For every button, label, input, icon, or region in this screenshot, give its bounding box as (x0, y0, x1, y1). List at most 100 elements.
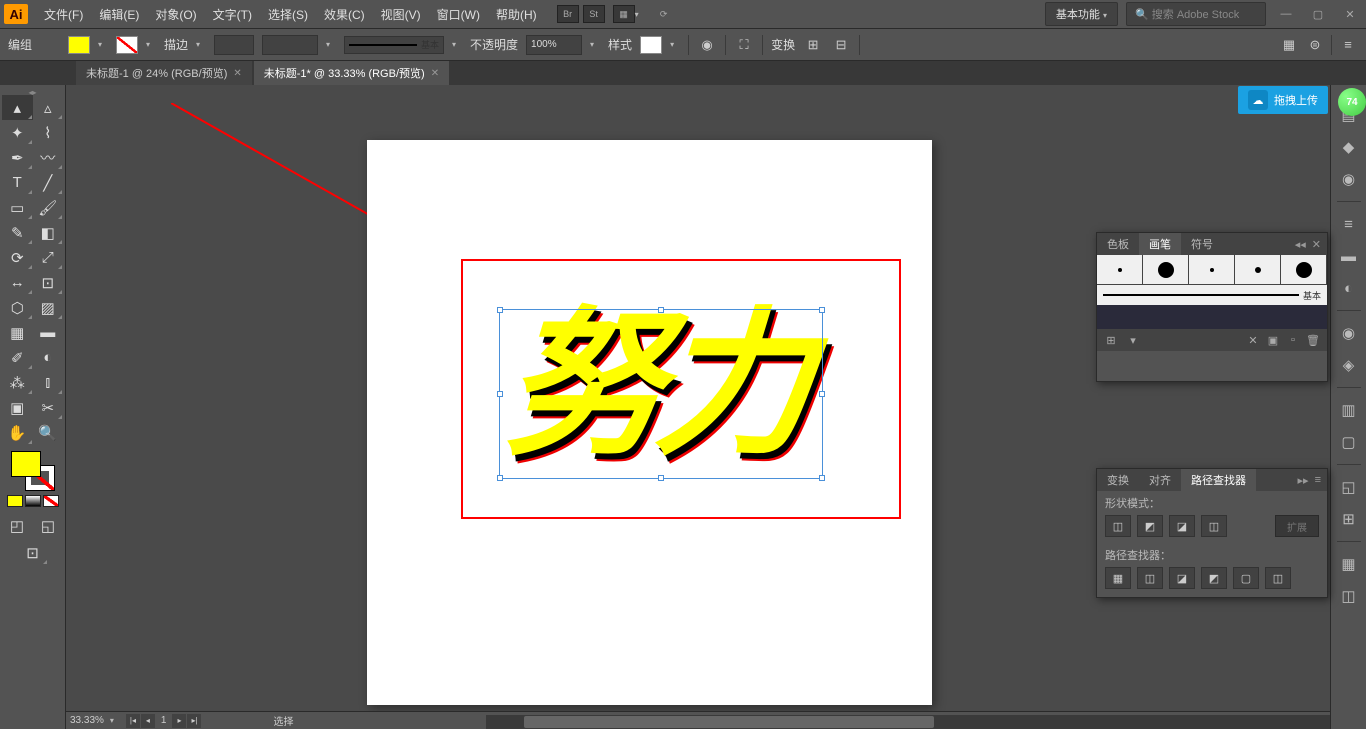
isolate-icon[interactable]: ⛶ (734, 35, 754, 55)
brush-preset[interactable] (1235, 255, 1281, 284)
exclude-button[interactable]: ◫ (1201, 515, 1227, 537)
stroke-swatch[interactable] (116, 36, 138, 54)
perspective-grid-tool[interactable]: ▨ (33, 295, 64, 320)
mini-color-swatch[interactable] (7, 495, 23, 507)
width-tool[interactable]: ↔ (2, 270, 33, 295)
graphic-styles-icon[interactable]: ◈ (1337, 353, 1361, 377)
brush-library-icon[interactable]: ⊞ (1103, 332, 1119, 348)
mini-gradient-swatch[interactable] (25, 495, 41, 507)
brush-preset[interactable] (1097, 255, 1143, 284)
minus-front-button[interactable]: ◩ (1137, 515, 1163, 537)
layers-icon[interactable]: ◆ (1337, 135, 1361, 159)
maximize-button[interactable]: ▢ (1306, 4, 1330, 24)
close-icon[interactable]: ✕ (1312, 238, 1321, 251)
selection-handle[interactable] (497, 391, 503, 397)
panel-menu-icon[interactable]: ≡ (1315, 474, 1321, 487)
transform-label[interactable]: 变换 (771, 36, 795, 53)
gradient-tool[interactable]: ▬ (33, 320, 64, 345)
swatches-icon[interactable]: ◉ (1337, 167, 1361, 191)
minimize-button[interactable]: — (1274, 4, 1298, 24)
draw-mode-normal[interactable]: ◰ (2, 513, 33, 538)
eraser-tool[interactable]: ◧ (33, 220, 64, 245)
brush-calligraphic-row[interactable] (1097, 305, 1327, 329)
graph-tool[interactable]: ⫾ (33, 370, 64, 395)
magic-wand-tool[interactable]: ✦ (2, 120, 33, 145)
hand-tool[interactable]: ✋ (2, 420, 33, 445)
outline-button[interactable]: ▢ (1233, 567, 1259, 589)
last-artboard-button[interactable]: ▸| (187, 714, 201, 728)
eyedropper-tool[interactable]: ✐ (2, 345, 33, 370)
expand-button[interactable]: 扩展 (1275, 515, 1319, 537)
brush-preset[interactable] (1189, 255, 1235, 284)
workspace-switcher[interactable]: 基本功能 ▾ (1045, 2, 1118, 26)
menu-effect[interactable]: 效果(C) (316, 2, 373, 27)
lasso-tool[interactable]: ⌇ (33, 120, 64, 145)
pathfinder-panel-icon[interactable]: ◫ (1337, 584, 1361, 608)
menu-window[interactable]: 窗口(W) (429, 2, 488, 27)
close-icon[interactable]: ✕ (431, 68, 439, 79)
align-panel-icon[interactable]: ▦ (1337, 552, 1361, 576)
opacity-label[interactable]: 不透明度 (470, 36, 518, 53)
minus-back-button[interactable]: ◫ (1265, 567, 1291, 589)
fill-swatch[interactable] (68, 36, 90, 54)
type-tool[interactable]: T (2, 170, 33, 195)
stock-search[interactable]: 🔍 搜索 Adobe Stock (1126, 2, 1266, 26)
menu-view[interactable]: 视图(V) (373, 2, 429, 27)
artboard[interactable]: 努力 (367, 140, 932, 705)
selection-tool[interactable]: ▴ (2, 95, 33, 120)
symbol-sprayer-tool[interactable]: ⁂ (2, 370, 33, 395)
menu-file[interactable]: 文件(F) (36, 2, 91, 27)
brush-basic[interactable]: 基本 (1097, 285, 1327, 305)
draw-mode-behind[interactable]: ◱ (33, 513, 64, 538)
recolor-icon[interactable]: ◉ (697, 35, 717, 55)
bridge-icon[interactable]: Br (557, 5, 579, 23)
appearance-icon[interactable]: ◉ (1337, 321, 1361, 345)
ctrl-right1-icon[interactable]: ▦ (1279, 35, 1299, 55)
doc-tab-2[interactable]: 未标题-1* @ 33.33% (RGB/预览)✕ (254, 61, 449, 85)
pencil-tool[interactable]: ✎ (2, 220, 33, 245)
direct-selection-tool[interactable]: ▵ (33, 95, 64, 120)
rectangle-tool[interactable]: ▭ (2, 195, 33, 220)
selection-handle[interactable] (658, 475, 664, 481)
artboard-number[interactable]: 1 (161, 715, 167, 726)
gradient-panel-icon[interactable]: ▬ (1337, 244, 1361, 268)
selection-handle[interactable] (658, 307, 664, 313)
mini-none-swatch[interactable] (43, 495, 59, 507)
first-artboard-button[interactable]: |◂ (126, 714, 140, 728)
libraries-icon[interactable]: ⊞ (1337, 507, 1361, 531)
tab-align[interactable]: 对齐 (1139, 469, 1181, 491)
collapse-icon[interactable]: ◂◂ (1295, 238, 1306, 251)
next-artboard-button[interactable]: ▸ (172, 714, 186, 728)
selection-handle[interactable] (819, 475, 825, 481)
opacity-input[interactable] (526, 35, 582, 55)
tab-swatches[interactable]: 色板 (1097, 233, 1139, 255)
artboard-tool[interactable]: ▣ (2, 395, 33, 420)
stroke-panel-icon[interactable]: ≡ (1337, 212, 1361, 236)
close-button[interactable]: ✕ (1338, 4, 1362, 24)
divide-button[interactable]: ▦ (1105, 567, 1131, 589)
unite-button[interactable]: ◫ (1105, 515, 1131, 537)
mesh-tool[interactable]: ▦ (2, 320, 33, 345)
transparency-panel-icon[interactable]: ◐ (1337, 276, 1361, 300)
blend-tool[interactable]: ◐ (33, 345, 64, 370)
ctrl-menu-icon[interactable]: ≡ (1338, 35, 1358, 55)
delete-brush-icon[interactable]: 🗑 (1305, 332, 1321, 348)
intersect-button[interactable]: ◪ (1169, 515, 1195, 537)
selection-handle[interactable] (819, 307, 825, 313)
stroke-label[interactable]: 描边 (164, 36, 188, 53)
stock-icon[interactable]: St (583, 5, 605, 23)
selection-handle[interactable] (497, 475, 503, 481)
brush-preset[interactable] (1281, 255, 1327, 284)
selection-handle[interactable] (497, 307, 503, 313)
style-swatch[interactable] (640, 36, 662, 54)
style-label[interactable]: 样式 (608, 36, 632, 53)
canvas[interactable]: 努力 33.33%▾ |◂ ◂ 1 ▸ ▸| 选择 (66, 85, 1330, 729)
zoom-tool[interactable]: 🔍 (33, 420, 64, 445)
sync-icon[interactable]: ⟳ (653, 5, 675, 23)
curvature-tool[interactable]: 〰 (33, 145, 64, 170)
line-tool[interactable]: ╱ (33, 170, 64, 195)
shape-builder-tool[interactable]: ⬡ (2, 295, 33, 320)
options-icon[interactable]: ▣ (1265, 332, 1281, 348)
zoom-level[interactable]: 33.33% (70, 715, 104, 726)
trim-button[interactable]: ◫ (1137, 567, 1163, 589)
